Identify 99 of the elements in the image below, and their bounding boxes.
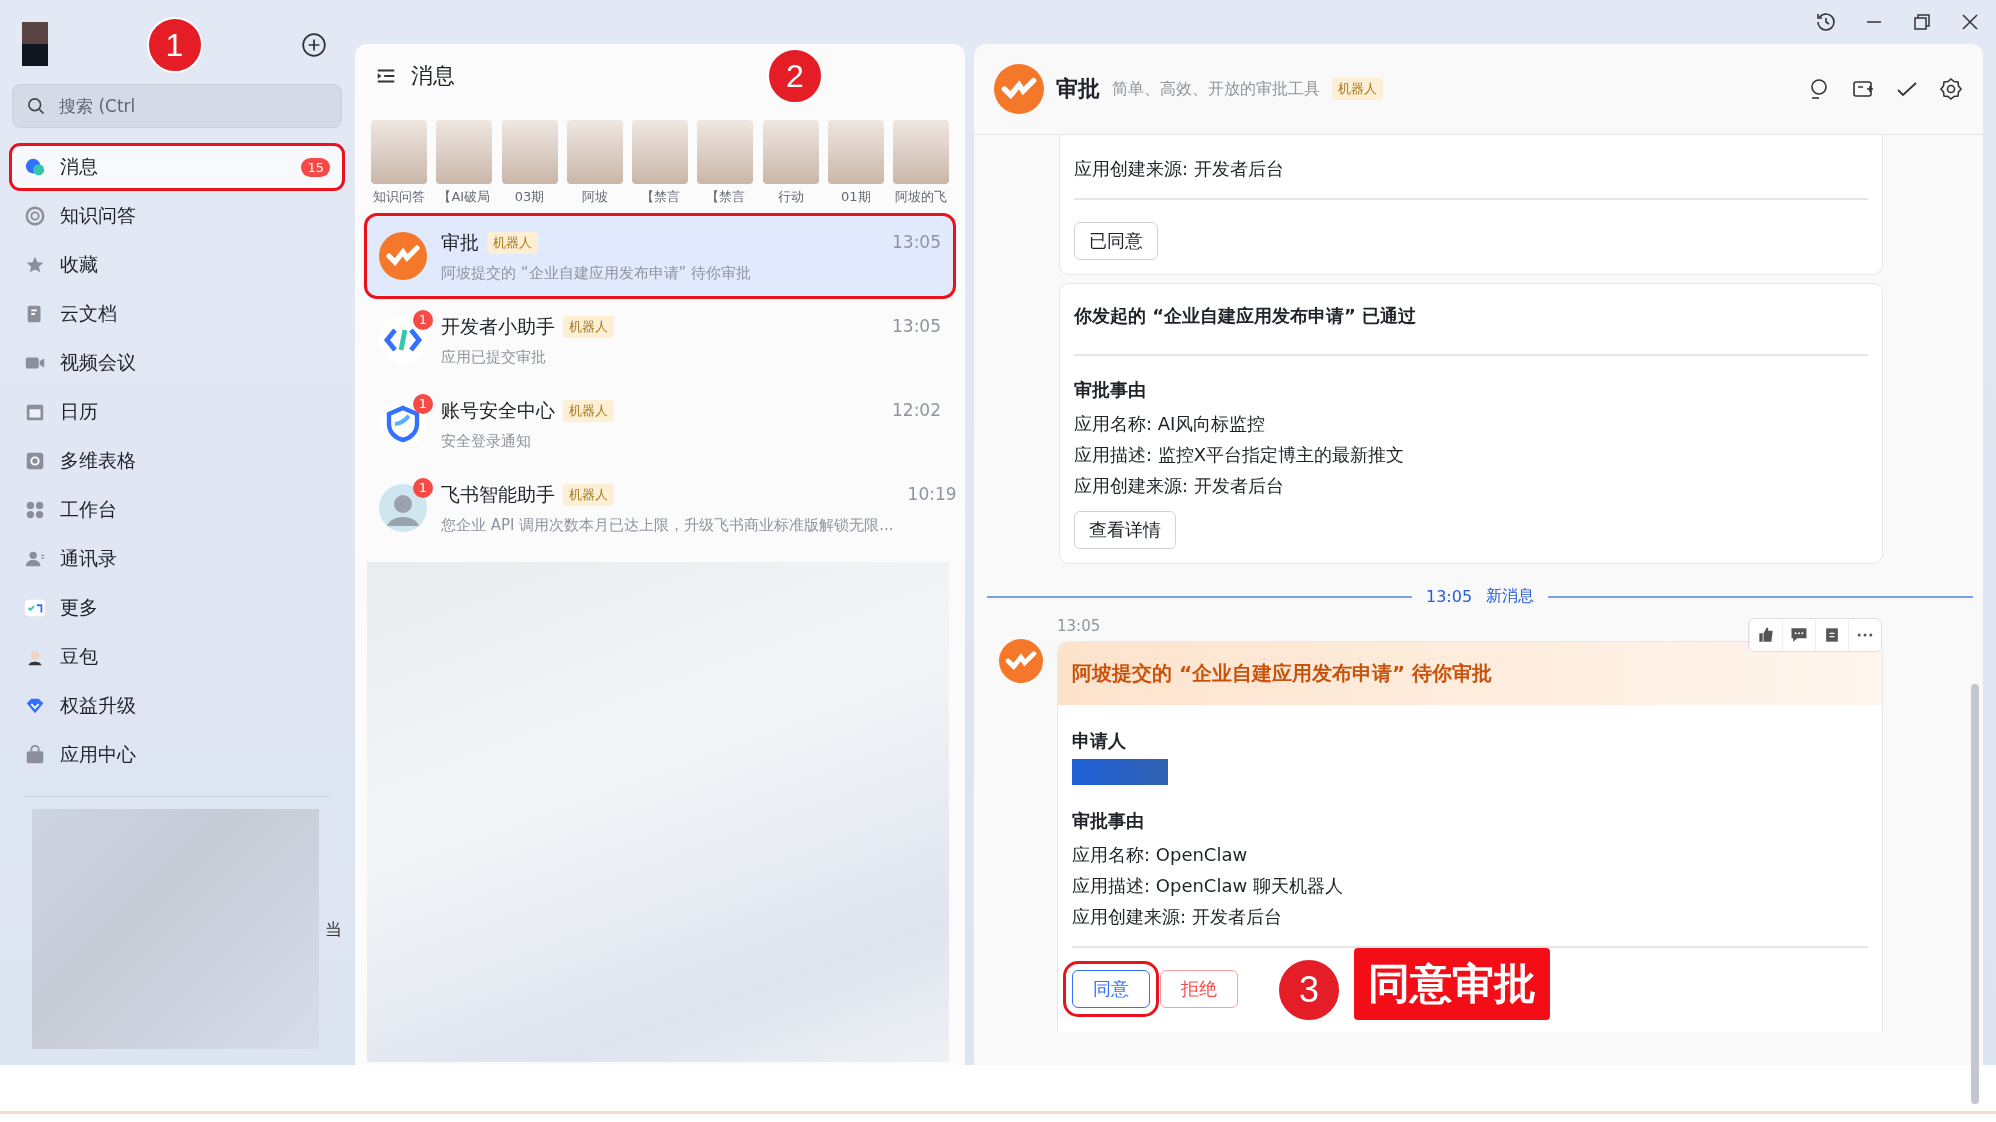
nav-item[interactable]: 权益升级 xyxy=(12,685,342,727)
scrollbar[interactable] xyxy=(1971,684,1979,1104)
nav-item[interactable]: 更多 xyxy=(12,587,342,629)
section-heading: 审批事由 xyxy=(1072,809,1145,833)
detail-text: 应用名称: AI风向标监控 xyxy=(1074,412,1267,436)
detail-text: 应用名称: OpenClaw xyxy=(1072,843,1249,867)
step-number-badge: 1 xyxy=(146,17,203,73)
nav-label: 应用中心 xyxy=(60,742,136,767)
nav-label: 权益升级 xyxy=(60,693,136,718)
pinned-chat-label[interactable]: 【禁言 xyxy=(705,188,745,206)
chat-name: 飞书智能助手 xyxy=(441,481,555,507)
detail-text: 应用创建来源: 开发者后台 xyxy=(1074,157,1285,181)
nav-item[interactable]: 多维表格 xyxy=(12,440,342,482)
settings-icon[interactable] xyxy=(1939,77,1963,101)
add-icon[interactable] xyxy=(301,32,327,58)
nav-label: 视频会议 xyxy=(60,350,136,375)
message-preview: 阿坡提交的 “企业自建应用发布申请” 待你审批 xyxy=(441,263,753,283)
message-time: 13:05 xyxy=(892,316,941,336)
message-time: 13:05 xyxy=(1057,617,1102,635)
unread-count-badge: 15 xyxy=(301,157,330,177)
detail-text: 应用创建来源: 开发者后台 xyxy=(1072,905,1283,929)
chat-bubbles-icon xyxy=(24,156,46,178)
card-button[interactable]: 查看详情 xyxy=(1074,511,1176,549)
nav-label: 多维表格 xyxy=(60,448,136,473)
unread-count-badge: 1 xyxy=(412,394,433,414)
nav-label: 云文档 xyxy=(60,301,117,326)
nav-item[interactable]: 日历 xyxy=(12,391,342,433)
nav-item[interactable]: 工作台 xyxy=(12,489,342,531)
detail-text: 应用创建来源: 开发者后台 xyxy=(1074,474,1285,498)
unread-count-badge: 1 xyxy=(412,478,433,498)
approval-logo-icon xyxy=(994,64,1044,114)
pinned-chat-label[interactable]: 01期 xyxy=(840,188,871,206)
nav-label: 收藏 xyxy=(60,252,98,277)
detail-text: 应用描述: OpenClaw 聊天机器人 xyxy=(1072,874,1344,898)
nav-item[interactable]: 消息 15 xyxy=(12,146,342,188)
nav-label: 通讯录 xyxy=(60,546,117,571)
bag-icon xyxy=(24,744,46,766)
partial-text: 当 xyxy=(325,917,342,941)
message-time: 10:19 xyxy=(907,484,957,504)
reject-button[interactable]: 拒绝 xyxy=(1160,970,1238,1008)
annotation-label: 同意审批 xyxy=(1354,948,1550,1020)
nav-item[interactable]: 应用中心 xyxy=(12,734,342,776)
card-button[interactable]: 已同意 xyxy=(1074,222,1158,260)
chat-title: 审批 xyxy=(1056,75,1100,103)
section-heading: 申请人 xyxy=(1072,729,1127,753)
pinned-chat-label[interactable]: 【AI破局 xyxy=(438,188,491,206)
pinned-chat-label[interactable]: 阿坡的飞 xyxy=(895,188,947,206)
bot-tag: 机器人 xyxy=(563,315,614,338)
nav-label: 工作台 xyxy=(60,497,117,522)
section-heading: 审批事由 xyxy=(1074,378,1147,402)
chat-list-item[interactable]: 1 开发者小助手 机器人 应用已提交审批 13:05 xyxy=(367,300,953,380)
bot-tag: 机器人 xyxy=(563,483,614,506)
nav-item[interactable]: 云文档 xyxy=(12,293,342,335)
detail-text: 应用描述: 监控X平台指定博主的最新推文 xyxy=(1074,443,1406,467)
pinned-chat-label[interactable]: 行动 xyxy=(777,188,804,206)
nav-label: 日历 xyxy=(60,399,98,424)
nav-item[interactable]: 通讯录 xyxy=(12,538,342,580)
unread-count-badge: 1 xyxy=(412,310,433,330)
message-time: 13:05 xyxy=(892,232,941,252)
nav-label: 更多 xyxy=(60,595,98,620)
chat-name: 审批 xyxy=(441,229,479,255)
panel-title: 消息 xyxy=(411,62,455,90)
card-title: 你发起的 “企业自建应用发布申请” 已通过 xyxy=(1074,304,1418,328)
approval-logo-icon xyxy=(379,232,427,280)
card-title: 阿坡提交的 “企业自建应用发布申请” 待你审批 xyxy=(1072,660,1494,687)
new-messages-label: 新消息 xyxy=(1486,586,1535,607)
nav-item[interactable]: 视频会议 xyxy=(12,342,342,384)
nav-item[interactable]: 收藏 xyxy=(12,244,342,286)
pinned-chat-label[interactable]: 知识问答 xyxy=(373,188,425,206)
four-tiles-icon xyxy=(24,499,46,521)
nav-item[interactable]: 知识问答 xyxy=(12,195,342,237)
chat-name: 开发者小助手 xyxy=(441,313,555,339)
bot-tag: 机器人 xyxy=(1332,78,1383,100)
nav-label: 知识问答 xyxy=(60,203,136,228)
divider-time: 13:05 xyxy=(1425,587,1473,606)
app-tile-icon xyxy=(24,597,46,619)
message-preview: 安全登录通知 xyxy=(441,431,532,451)
step-number-badge: 2 xyxy=(767,48,823,104)
person-avatar-icon xyxy=(379,484,427,532)
chat-name: 账号安全中心 xyxy=(441,397,555,423)
message-preview: 应用已提交审批 xyxy=(441,347,547,367)
chat-list-item[interactable]: 审批 机器人 阿坡提交的 “企业自建应用发布申请” 待你审批 13:05 xyxy=(367,216,953,296)
pinned-chat-label[interactable]: 【禁言 xyxy=(640,188,680,206)
bot-tag: 机器人 xyxy=(563,399,614,422)
message-preview: 您企业 API 调用次数本月已达上限，升级飞书商业标准版解锁无限... xyxy=(441,515,894,535)
pinned-chat-label[interactable]: 阿坡 xyxy=(581,188,608,206)
message-time: 12:02 xyxy=(892,400,941,420)
pinned-chat-label[interactable]: 03期 xyxy=(514,188,545,206)
nav-item[interactable]: 豆包 xyxy=(12,636,342,678)
step-number-badge: 3 xyxy=(1277,958,1341,1022)
search-field[interactable]: 搜索 (Ctrl xyxy=(12,84,342,128)
chat-description: 简单、高效、开放的审批工具 xyxy=(1112,78,1320,100)
bot-tag: 机器人 xyxy=(487,231,538,254)
approval-logo-icon xyxy=(999,639,1043,683)
nav-label: 豆包 xyxy=(60,644,98,669)
nav-label: 消息 xyxy=(60,154,98,179)
chat-list-item[interactable]: 1 账号安全中心 机器人 安全登录通知 12:02 xyxy=(367,384,953,464)
thumbs-up-icon[interactable] xyxy=(1756,625,1776,645)
history-icon[interactable] xyxy=(1814,10,1838,34)
